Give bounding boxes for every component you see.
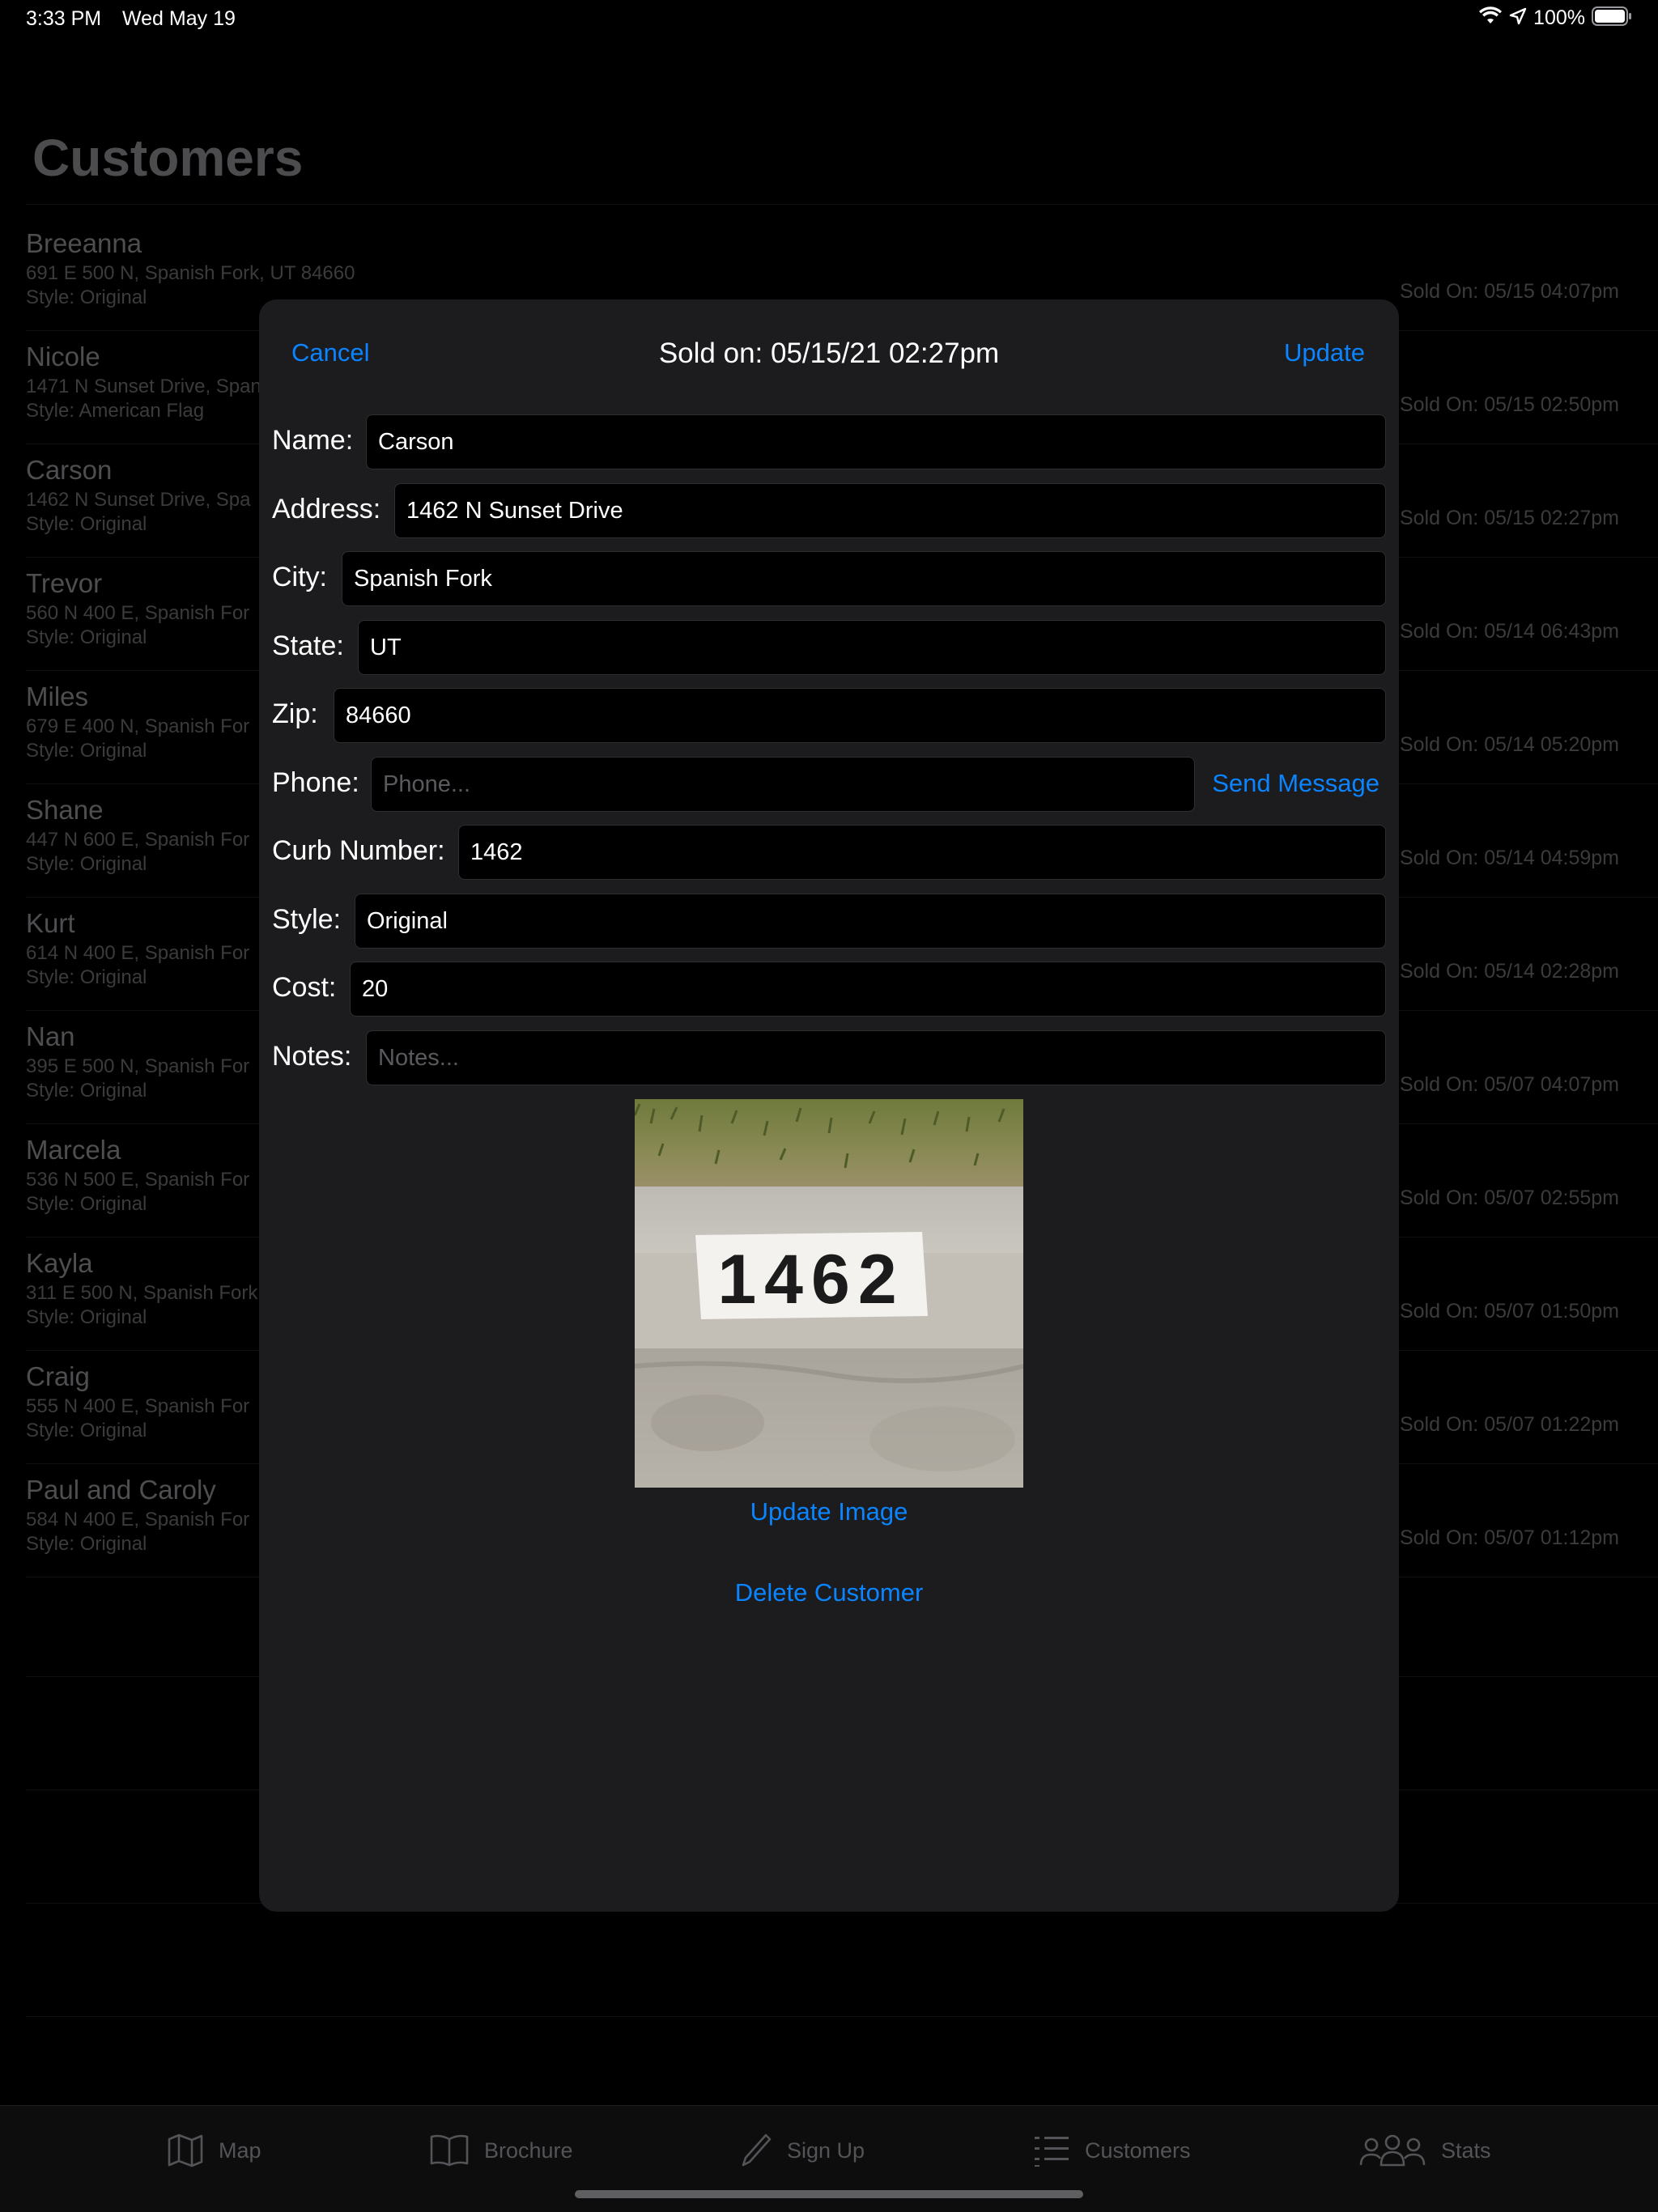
- send-message-button[interactable]: Send Message: [1212, 769, 1380, 798]
- status-date: Wed May 19: [122, 7, 236, 30]
- city-row: City:: [272, 551, 1386, 606]
- notes-field[interactable]: [367, 1031, 1385, 1085]
- phone-field[interactable]: [372, 758, 1194, 811]
- battery-percent: 100%: [1533, 6, 1585, 29]
- tab-sign-up-label: Sign Up: [787, 2138, 865, 2163]
- tab-sign-up[interactable]: Sign Up: [740, 2130, 865, 2171]
- name-field[interactable]: [367, 415, 1385, 469]
- curb-number-label: Curb Number:: [272, 835, 445, 866]
- zip-label: Zip:: [272, 698, 318, 729]
- curb-photo: 1462: [635, 1099, 1023, 1488]
- style-row: Style:: [272, 894, 1386, 949]
- cost-field[interactable]: [351, 962, 1385, 1016]
- sheet-title: Sold on: 05/15/21 02:27pm: [658, 338, 1000, 369]
- tab-brochure-label: Brochure: [484, 2138, 573, 2163]
- address-row: Address:: [272, 483, 1386, 538]
- status-time: 3:33 PM: [26, 7, 102, 30]
- tab-stats-label: Stats: [1441, 2138, 1491, 2163]
- state-label: State:: [272, 630, 344, 661]
- zip-row: Zip:: [272, 688, 1386, 743]
- cost-label: Cost:: [272, 972, 337, 1003]
- update-button[interactable]: Update: [1284, 338, 1365, 367]
- notes-row: Notes:: [272, 1030, 1386, 1085]
- book-icon: [429, 2133, 470, 2168]
- tab-customers[interactable]: Customers: [1033, 2130, 1191, 2171]
- pencil-icon: [740, 2133, 772, 2168]
- tab-customers-label: Customers: [1085, 2138, 1191, 2163]
- home-indicator: [575, 2190, 1083, 2198]
- notes-label: Notes:: [272, 1041, 352, 1072]
- delete-customer-button[interactable]: Delete Customer: [259, 1578, 1399, 1607]
- city-field[interactable]: [342, 552, 1385, 605]
- update-image-button[interactable]: Update Image: [259, 1497, 1399, 1526]
- style-field[interactable]: [355, 894, 1385, 948]
- name-label: Name:: [272, 425, 354, 456]
- tab-map[interactable]: Map: [167, 2130, 261, 2171]
- status-bar: 3:33 PM Wed May 19 100%: [0, 0, 1658, 40]
- phone-row: Phone: Send Message: [272, 757, 1386, 812]
- wifi-icon: [1478, 6, 1503, 30]
- name-row: Name:: [272, 414, 1386, 469]
- list-icon: [1033, 2133, 1070, 2168]
- map-icon: [167, 2133, 204, 2168]
- phone-label: Phone:: [272, 767, 359, 798]
- address-field[interactable]: [395, 484, 1385, 537]
- state-field[interactable]: [359, 621, 1385, 674]
- style-label: Style:: [272, 904, 342, 935]
- tab-map-label: Map: [219, 2138, 261, 2163]
- edit-customer-sheet: Cancel Sold on: 05/15/21 02:27pm Update …: [259, 299, 1399, 1912]
- photo-curb-number: 1462: [717, 1241, 904, 1318]
- curb-number-row: Curb Number:: [272, 825, 1386, 880]
- location-icon: [1509, 7, 1527, 29]
- curb-number-field[interactable]: [459, 826, 1385, 879]
- tab-stats[interactable]: Stats: [1358, 2130, 1491, 2171]
- cost-row: Cost:: [272, 962, 1386, 1017]
- address-label: Address:: [272, 494, 381, 524]
- tab-brochure[interactable]: Brochure: [429, 2130, 573, 2171]
- city-label: City:: [272, 562, 327, 592]
- state-row: State:: [272, 620, 1386, 675]
- people-icon: [1358, 2133, 1426, 2168]
- battery-icon: [1592, 6, 1632, 30]
- zip-field[interactable]: [334, 689, 1385, 742]
